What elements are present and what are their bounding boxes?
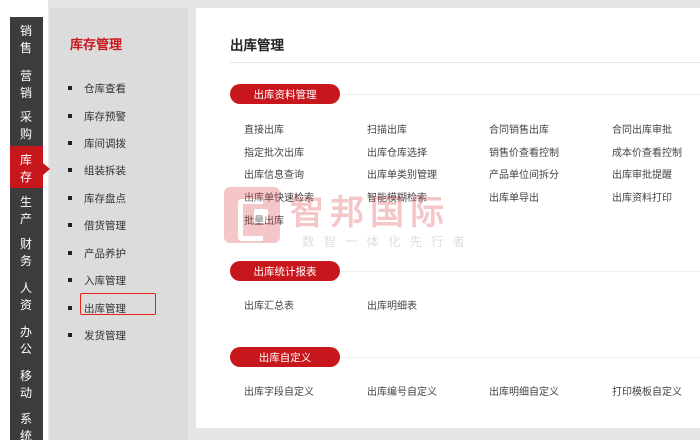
link-category-manage[interactable]: 出库单类别管理 (367, 166, 437, 181)
module-marketing[interactable]: 营销 (10, 62, 43, 107)
section-header: 出库资料管理 (230, 84, 340, 104)
link-bulk-outbound[interactable]: 批量出库 (244, 212, 284, 227)
module-label: 售 (19, 40, 33, 55)
link-field-custom[interactable]: 出库字段自定义 (244, 383, 314, 398)
module-nav: 销售 营销 采购 库存 生产 财务 人资 办公 移动 系统 (0, 0, 50, 440)
module-purchase[interactable]: 采购 (10, 103, 43, 148)
link-batch-outbound[interactable]: 指定批次出库 (244, 144, 304, 159)
module-sales[interactable]: 销售 (10, 17, 43, 62)
divider (340, 94, 700, 95)
submenu-label: 发货管理 (84, 329, 126, 342)
module-label: 采 (19, 109, 33, 124)
submenu-item-outbound[interactable]: 出库管理 (68, 293, 156, 316)
link-fuzzy-search[interactable]: 智能模糊检索 (367, 189, 427, 204)
module-mobile[interactable]: 移动 (10, 362, 43, 407)
submenu-item-inbound[interactable]: 入库管理 (68, 272, 126, 288)
link-direct-outbound[interactable]: 直接出库 (244, 121, 284, 136)
bullet-icon (68, 86, 72, 90)
submenu-panel: 库存管理 仓库查看 库存预警 库间调拨 组装拆装 库存盘点 借货管理 产品养护 … (50, 8, 188, 440)
link-print-template[interactable]: 打印模板自定义 (612, 383, 682, 398)
divider (340, 271, 700, 272)
link-approval-reminder[interactable]: 出库审批提醒 (612, 166, 672, 181)
submenu-label: 库间调拨 (84, 137, 126, 150)
divider (230, 62, 700, 63)
link-scan-outbound[interactable]: 扫描出库 (367, 121, 407, 136)
bullet-icon (68, 306, 72, 310)
module-label: 办 (19, 324, 33, 339)
module-label: 资 (19, 297, 33, 312)
link-info-query[interactable]: 出库信息查询 (244, 166, 304, 181)
module-system[interactable]: 系统 (10, 405, 43, 440)
submenu-item-warehouse-view[interactable]: 仓库查看 (68, 80, 126, 96)
link-quick-search[interactable]: 出库单快速检索 (244, 189, 314, 204)
section-header: 出库自定义 (230, 347, 340, 367)
module-label: 动 (19, 385, 33, 400)
module-label: 营 (19, 68, 33, 83)
submenu-label: 组装拆装 (84, 164, 126, 177)
link-contract-approval[interactable]: 合同出库审批 (612, 121, 672, 136)
bullet-icon (68, 168, 72, 172)
module-label: 系 (19, 411, 33, 426)
link-summary-report[interactable]: 出库汇总表 (244, 297, 294, 312)
module-label: 库 (19, 152, 33, 167)
link-detail-report[interactable]: 出库明细表 (367, 297, 417, 312)
link-number-custom[interactable]: 出库编号自定义 (367, 383, 437, 398)
submenu-item-transfer[interactable]: 库间调拨 (68, 135, 126, 151)
link-contract-outbound[interactable]: 合同销售出库 (489, 121, 549, 136)
bullet-icon (68, 141, 72, 145)
link-print[interactable]: 出库资料打印 (612, 189, 672, 204)
link-sale-price-control[interactable]: 销售价查看控制 (489, 144, 559, 159)
bullet-icon (68, 196, 72, 200)
page-title: 出库管理 (230, 38, 284, 54)
module-label: 公 (19, 341, 33, 356)
module-label: 财 (19, 236, 33, 251)
link-export[interactable]: 出库单导出 (489, 189, 539, 204)
submenu-label: 仓库查看 (84, 82, 126, 95)
link-detail-custom[interactable]: 出库明细自定义 (489, 383, 559, 398)
divider (340, 357, 700, 358)
submenu-label: 库存盘点 (84, 192, 126, 205)
submenu-item-borrow[interactable]: 借货管理 (68, 217, 126, 233)
module-hr[interactable]: 人资 (10, 274, 43, 319)
module-label: 购 (19, 126, 33, 141)
submenu-item-maintenance[interactable]: 产品养护 (68, 245, 126, 261)
bullet-icon (68, 223, 72, 227)
module-label: 人 (19, 280, 33, 295)
selection-highlight (80, 293, 156, 315)
main-content: 出库管理 出库资料管理 直接出库 扫描出库 合同销售出库 合同出库审批 指定批次… (196, 8, 700, 428)
submenu-item-shipping[interactable]: 发货管理 (68, 327, 126, 343)
module-label: 产 (19, 211, 33, 226)
bullet-icon (68, 278, 72, 282)
submenu-label: 入库管理 (84, 274, 126, 287)
submenu-label: 产品养护 (84, 247, 126, 260)
module-label: 存 (19, 169, 33, 184)
submenu-label: 借货管理 (84, 219, 126, 232)
link-unit-split[interactable]: 产品单位间拆分 (489, 166, 559, 181)
module-label: 生 (19, 194, 33, 209)
bullet-icon (68, 114, 72, 118)
module-finance[interactable]: 财务 (10, 230, 43, 275)
module-production[interactable]: 生产 (10, 188, 43, 233)
module-inventory[interactable]: 库存 (10, 146, 50, 191)
module-label: 务 (19, 253, 33, 268)
link-warehouse-select[interactable]: 出库仓库选择 (367, 144, 427, 159)
module-label: 统 (19, 428, 33, 440)
link-cost-price-control[interactable]: 成本价查看控制 (612, 144, 682, 159)
bullet-icon (68, 251, 72, 255)
module-office[interactable]: 办公 (10, 318, 43, 363)
bullet-icon (68, 333, 72, 337)
submenu-title: 库存管理 (70, 38, 123, 53)
submenu-item-stock-alert[interactable]: 库存预警 (68, 108, 126, 124)
module-label: 销 (19, 85, 33, 100)
module-label: 销 (19, 23, 33, 38)
module-label: 移 (19, 368, 33, 383)
submenu-item-stocktake[interactable]: 库存盘点 (68, 190, 126, 206)
submenu-label: 库存预警 (84, 110, 126, 123)
submenu-item-assembly[interactable]: 组装拆装 (68, 162, 126, 178)
section-header: 出库统计报表 (230, 261, 340, 281)
